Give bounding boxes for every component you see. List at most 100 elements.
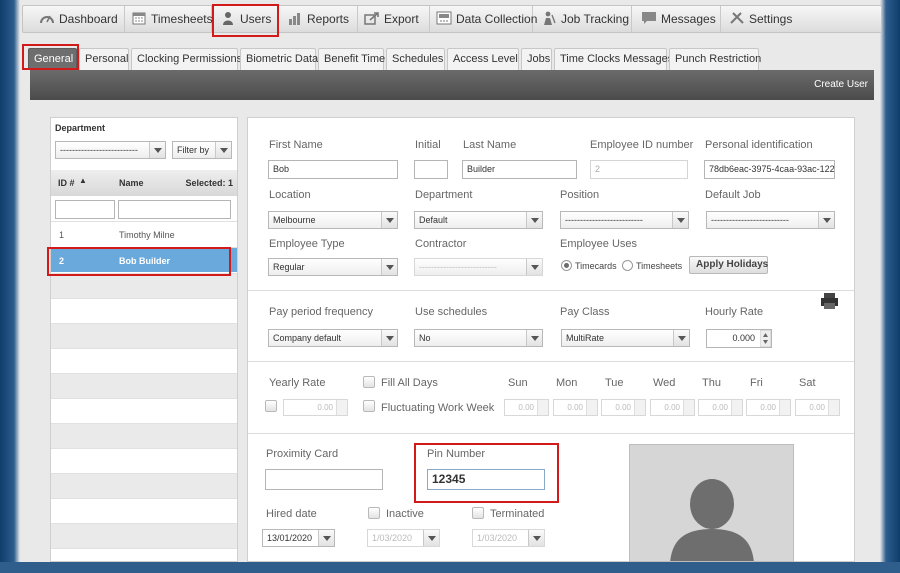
inactive-date-picker[interactable]: 1/03/2020 — [367, 529, 440, 547]
first-name-field[interactable]: Bob — [268, 160, 398, 179]
hired-date-picker[interactable]: 13/01/2020 — [262, 529, 335, 547]
tools-icon — [730, 12, 744, 24]
tab-personal[interactable]: Personal — [79, 48, 129, 70]
department-select[interactable]: Default — [414, 211, 543, 229]
fill-all-days-checkbox[interactable] — [363, 376, 375, 388]
day-mon-hours[interactable]: 0.00 — [553, 399, 598, 416]
apply-holidays-button[interactable]: Apply Holidays — [689, 256, 768, 274]
printer-icon[interactable] — [821, 293, 838, 309]
yearly-rate-checkbox[interactable] — [265, 400, 277, 412]
timesheets-radio[interactable] — [622, 260, 633, 271]
table-row[interactable]: 2 Bob Builder — [51, 247, 237, 272]
department-filter-select[interactable]: -------------------------- — [55, 141, 166, 159]
day-fri-hours[interactable]: 0.00 — [746, 399, 791, 416]
nav-settings[interactable]: Settings — [723, 6, 803, 32]
tab-access-level[interactable]: Access Level — [447, 48, 519, 70]
nav-export[interactable]: Export — [358, 6, 430, 32]
department-filter-value: -------------------------- — [60, 145, 138, 155]
tab-general[interactable]: General — [28, 48, 77, 70]
day-thu-hours[interactable]: 0.00 — [698, 399, 743, 416]
use-schedules-select[interactable]: No — [414, 329, 543, 347]
chevron-down-icon — [672, 212, 688, 228]
default-job-select[interactable]: -------------------------- — [706, 211, 835, 229]
hourly-rate-stepper-icon[interactable] — [760, 330, 771, 347]
day-wed-hours[interactable]: 0.00 — [650, 399, 695, 416]
col-name-header[interactable]: Name — [119, 178, 144, 188]
nav-timesheets[interactable]: Timesheets — [125, 6, 213, 32]
nav-messages[interactable]: Messages — [635, 6, 721, 32]
filter-by-select[interactable]: Filter by — [172, 141, 232, 159]
tab-time-clocks-messages[interactable]: Time Clocks Messages — [554, 48, 673, 70]
personal-id-field[interactable]: 78db6eac-3975-4caa-93ac-1229 — [704, 160, 835, 179]
tab-punch-restriction[interactable]: Punch Restriction — [669, 48, 761, 70]
time-clock-icon — [436, 11, 452, 25]
col-id-header[interactable]: ID # — [58, 178, 75, 188]
employee-type-value: Regular — [273, 262, 305, 272]
tab-benefit-time[interactable]: Benefit Time — [318, 48, 385, 70]
day-sun-hours[interactable]: 0.00 — [504, 399, 549, 416]
empty-row — [51, 423, 237, 448]
chevron-down-icon — [381, 259, 397, 275]
day-wed-label: Wed — [653, 377, 676, 389]
proximity-card-field[interactable] — [265, 469, 383, 490]
create-user-link[interactable]: Create User — [814, 79, 868, 90]
chevron-down-icon — [423, 530, 439, 546]
empty-row — [51, 373, 237, 398]
pay-class-select[interactable]: MultiRate — [561, 329, 690, 347]
pin-number-field[interactable]: 12345 — [427, 469, 545, 490]
proximity-card-label: Proximity Card — [266, 448, 339, 460]
terminated-checkbox[interactable] — [472, 507, 484, 519]
day-thu-label: Thu — [702, 377, 721, 389]
employee-id-field[interactable]: 2 — [590, 160, 688, 179]
empty-row — [51, 273, 237, 298]
day-tue-hours[interactable]: 0.00 — [601, 399, 646, 416]
contractor-select[interactable]: -------------------------- — [414, 258, 543, 276]
table-row[interactable]: 1 Timothy Milne — [51, 221, 237, 246]
nav-job-tracking[interactable]: Job Tracking — [535, 6, 632, 32]
fluctuating-checkbox[interactable] — [363, 400, 375, 412]
day-fri-label: Fri — [750, 377, 763, 389]
nav-users[interactable]: Users — [214, 6, 279, 32]
row-name: Bob Builder — [119, 256, 170, 266]
yearly-rate-field[interactable]: 0.00 — [283, 399, 348, 416]
nav-dashboard[interactable]: Dashboard — [33, 6, 125, 32]
tab-clocking-permissions[interactable]: Clocking Permissions — [131, 48, 242, 70]
location-select[interactable]: Melbourne — [268, 211, 398, 229]
contractor-value: -------------------------- — [419, 262, 497, 272]
empty-row — [51, 348, 237, 373]
pay-period-select[interactable]: Company default — [268, 329, 398, 347]
nav-data-collection[interactable]: Data Collection — [430, 6, 537, 32]
terminated-date-picker[interactable]: 1/03/2020 — [472, 529, 545, 547]
chevron-down-icon — [318, 530, 334, 546]
employee-type-select[interactable]: Regular — [268, 258, 398, 276]
pay-class-label: Pay Class — [560, 306, 610, 318]
position-value: -------------------------- — [565, 215, 643, 225]
pay-class-value: MultiRate — [566, 333, 605, 343]
personal-id-label: Personal identification — [705, 139, 813, 151]
tab-biometric-data[interactable]: Biometric Data — [240, 48, 318, 70]
empty-row — [51, 523, 237, 548]
initial-field[interactable] — [414, 160, 448, 179]
position-select[interactable]: -------------------------- — [560, 211, 689, 229]
sort-asc-icon: ▲ — [79, 176, 87, 185]
inactive-checkbox[interactable] — [368, 507, 380, 519]
contractor-label: Contractor — [415, 238, 467, 250]
tab-schedules[interactable]: Schedules — [386, 48, 445, 70]
tab-jobs[interactable]: Jobs — [521, 48, 552, 70]
chevron-down-icon — [528, 530, 544, 546]
divider — [248, 361, 854, 362]
day-tue-label: Tue — [605, 377, 624, 389]
pay-period-value: Company default — [273, 333, 342, 343]
timesheets-label: Timesheets — [636, 261, 683, 271]
day-sat-hours[interactable]: 0.00 — [795, 399, 840, 416]
name-filter-input[interactable] — [118, 200, 231, 219]
timecards-radio[interactable] — [561, 260, 572, 271]
last-name-field[interactable]: Builder — [462, 160, 577, 179]
id-filter-input[interactable] — [55, 200, 115, 219]
empty-row — [51, 448, 237, 473]
export-icon — [364, 12, 379, 25]
profile-photo[interactable] — [629, 444, 794, 562]
nav-data-collection-label: Data Collection — [456, 12, 538, 26]
first-name-label: First Name — [269, 139, 323, 151]
nav-reports[interactable]: Reports — [281, 6, 358, 32]
